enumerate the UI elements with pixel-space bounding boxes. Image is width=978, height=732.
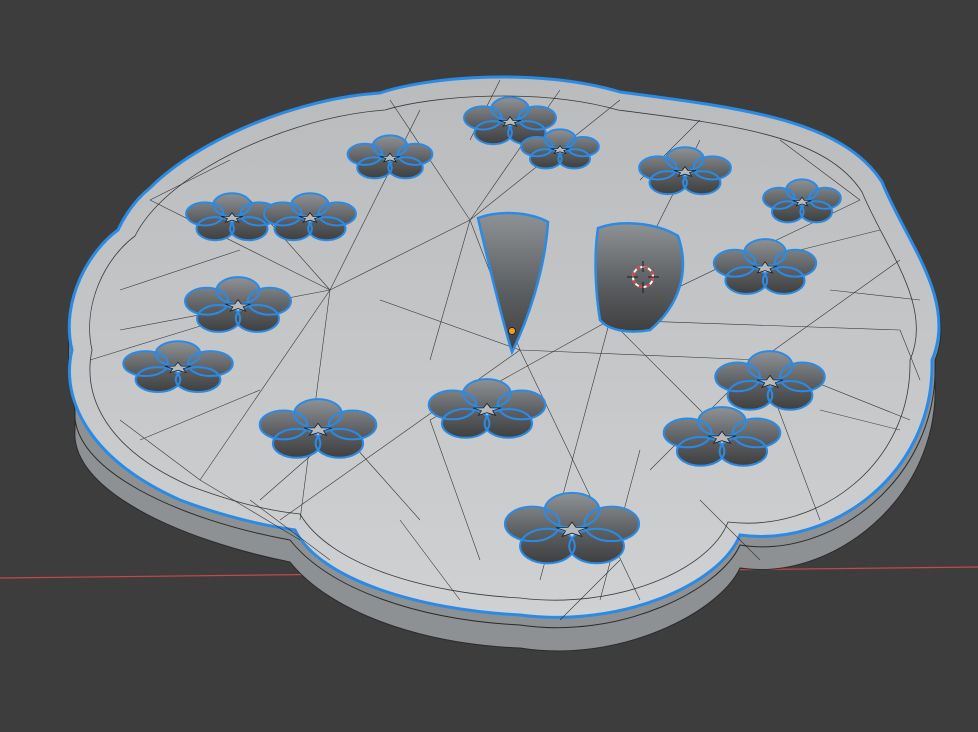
3d-viewport[interactable] [0,0,978,732]
object-origin-icon [508,327,516,335]
viewport-canvas[interactable] [0,0,978,732]
